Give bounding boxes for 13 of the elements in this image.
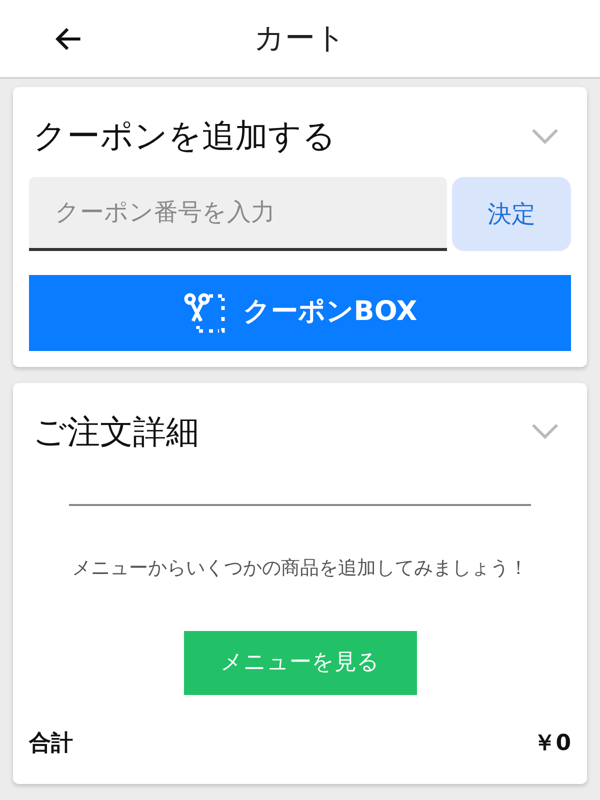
empty-cart-message: メニューからいくつかの商品を追加してみましょう！ xyxy=(72,557,528,579)
coupon-input-field[interactable]: クーポン番号を入力 xyxy=(29,176,447,250)
page-title: カート xyxy=(254,20,346,58)
chevron-down-icon[interactable] xyxy=(531,128,559,144)
coupon-box-button[interactable]: クーポンBOX xyxy=(29,274,571,350)
total-value: ￥0 xyxy=(534,730,571,758)
view-menu-button[interactable]: メニューを見る xyxy=(184,630,416,694)
chevron-down-icon[interactable] xyxy=(531,423,559,440)
section-title: クーポンを追加する xyxy=(33,115,336,157)
total-label: 合計 xyxy=(29,730,73,758)
coupon-scissors-icon xyxy=(182,292,227,334)
submit-button[interactable]: 決定 xyxy=(452,176,571,250)
section-title: ご注文詳細 xyxy=(33,410,199,452)
